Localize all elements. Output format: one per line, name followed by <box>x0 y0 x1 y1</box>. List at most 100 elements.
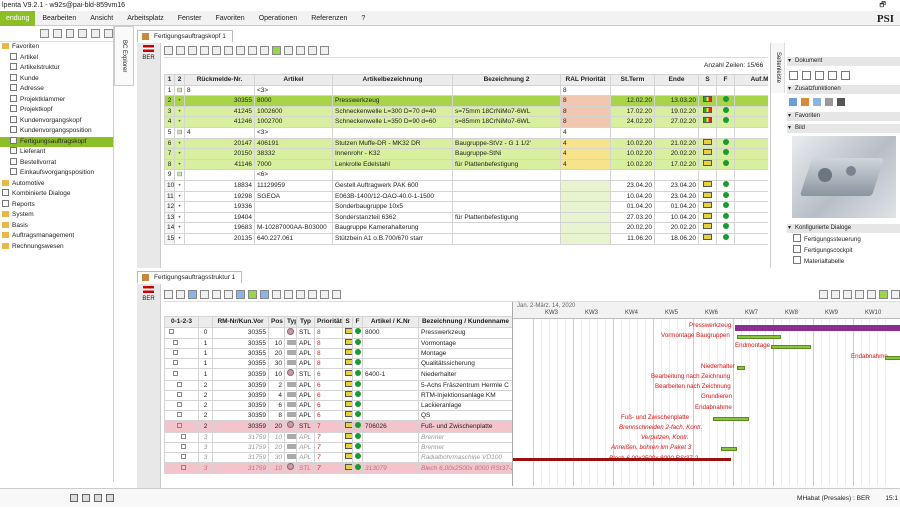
expand-cell[interactable]: • <box>174 179 185 192</box>
tree-level-cell[interactable] <box>164 441 199 454</box>
add-icon[interactable] <box>78 29 88 38</box>
menu-sendung[interactable]: endung <box>0 10 36 26</box>
structure-row[interactable]: 3 31759 10 APL 7 Brenner <box>164 431 512 443</box>
menu-fenster[interactable]: Fenster <box>171 11 209 26</box>
column-header[interactable]: Typ <box>284 316 297 328</box>
remove-icon[interactable] <box>91 29 101 38</box>
view-green-icon[interactable] <box>272 45 281 55</box>
expand-cell[interactable]: • <box>174 222 185 234</box>
month-icon[interactable] <box>284 289 293 299</box>
structure-icon[interactable] <box>164 289 173 299</box>
expand-cell[interactable]: • <box>174 211 185 224</box>
copy-icon[interactable] <box>52 29 62 38</box>
restore-window-icon[interactable]: 🗗 <box>879 0 886 11</box>
table-row[interactable]: 13 • 19404 Sonderstanzteil 6362 für Plattenb… <box>164 211 768 224</box>
expand-icon[interactable] <box>181 443 186 449</box>
menu-ansicht[interactable]: Ansicht <box>83 11 120 26</box>
gantt-bar[interactable] <box>513 457 731 461</box>
expand-icon[interactable] <box>181 433 186 439</box>
open-icon[interactable] <box>212 289 221 299</box>
chart-icon[interactable] <box>789 98 797 106</box>
flag-red-icon[interactable] <box>843 289 852 299</box>
tree-item[interactable]: Auftragsmanagement <box>0 231 113 242</box>
explorer-vertical-tab[interactable]: BC Explorer <box>114 26 134 86</box>
folder-icon[interactable] <box>200 289 209 299</box>
tree-level-cell[interactable] <box>164 347 199 360</box>
tree-item[interactable]: Artikel <box>0 52 113 64</box>
column-header[interactable]: Rückmelde-Nr. <box>184 74 255 86</box>
tree-level-cell[interactable] <box>164 358 199 370</box>
section-konfigurierte-dialoge[interactable]: Konfigurierte Dialoge <box>787 224 900 233</box>
column-header[interactable]: F <box>352 316 363 328</box>
column-header[interactable]: RAL Priorität <box>560 74 611 86</box>
wrench-icon[interactable] <box>837 98 845 106</box>
delete-icon[interactable] <box>65 29 75 38</box>
next-icon[interactable] <box>891 289 900 299</box>
menu-favoriten[interactable]: Favoriten <box>209 11 252 26</box>
table-row[interactable]: 4 • 41246 1002700 Schneckenwelle L=350 D=90 … <box>164 116 768 128</box>
doc-mail-icon[interactable] <box>841 71 850 80</box>
mail-icon[interactable] <box>308 45 317 55</box>
tree-item[interactable]: Kundenvorgangskopf <box>0 115 113 127</box>
tree-item[interactable]: Kunde <box>0 73 113 85</box>
column-header[interactable]: Bezeichnung / Kundenname <box>418 316 512 328</box>
expand-icon[interactable] <box>177 381 182 387</box>
menu-arbeitsplatz[interactable]: Arbeitsplatz <box>120 11 171 26</box>
tab-fertigungsauftragskopf[interactable]: Fertigungsauftragskopf 1 <box>137 30 233 42</box>
tree-item[interactable]: Rechnungswesen <box>0 242 113 253</box>
table-row[interactable]: 3 • 41245 1002600 Schneckenwelle L=300 D=70 … <box>164 105 768 118</box>
section-favoriten[interactable]: Favoriten <box>787 112 900 121</box>
column-header[interactable]: Ende <box>654 74 699 86</box>
column-header[interactable]: S <box>342 316 353 328</box>
table-row[interactable]: 15 • 20135 640.227.061 Stützbein A1 o.B.700/… <box>164 232 768 245</box>
gantt-bar[interactable] <box>737 335 781 340</box>
expand-cell[interactable]: • <box>174 116 185 128</box>
print-icon[interactable] <box>867 289 876 299</box>
tree-item[interactable]: Einkaufsvorgangsposition <box>0 168 113 179</box>
expand-icon[interactable] <box>181 464 186 470</box>
expand-icon[interactable] <box>177 402 182 408</box>
section-bild[interactable]: Bild <box>787 124 900 133</box>
dialog-fertigungscockpit[interactable]: Fertigungscockpit <box>793 245 853 255</box>
table-row[interactable]: 10 • 18834 11129959 Gestell Auftragwerk PAK … <box>164 179 768 192</box>
new-record-icon[interactable] <box>188 45 197 55</box>
column-header[interactable]: F <box>716 74 735 86</box>
menu-bearbeiten[interactable]: Bearbeiten <box>35 11 83 26</box>
gantt-bar[interactable] <box>713 416 749 421</box>
structure-row[interactable]: 1 30355 20 APL 8 Montage <box>164 347 512 360</box>
grid-icon[interactable] <box>284 45 293 55</box>
expand-cell[interactable]: • <box>174 158 185 171</box>
search-icon[interactable] <box>212 45 221 55</box>
structure-row[interactable]: 1 30355 10 APL 8 Vormontage <box>164 337 512 350</box>
tree-level-cell[interactable] <box>164 389 199 402</box>
column-header[interactable]: Auf.M <box>734 74 768 86</box>
table-row[interactable]: 14 • 19683 M-10287000AA-B03000 Baugruppe Kam… <box>164 222 768 234</box>
column-header[interactable]: 0-1-2-3 <box>164 316 199 328</box>
column-header[interactable]: Pos <box>268 316 285 328</box>
structure-row[interactable]: 1 30355 30 APL 8 Qualitätssicherung <box>164 358 512 370</box>
expand-icon[interactable] <box>173 360 178 366</box>
export-icon[interactable] <box>248 45 257 55</box>
expand-cell[interactable]: ⊟ <box>174 126 185 139</box>
structure-row[interactable]: 2 30359 6 APL 6 Lackieranlage <box>164 400 512 412</box>
table-row[interactable]: 11 • 19298 SGEOA E063B-1400/12-OAO-40.0-1-15… <box>164 190 768 203</box>
expand-cell[interactable]: • <box>174 190 185 203</box>
tree-level-cell[interactable] <box>164 462 199 475</box>
column-header[interactable]: St.Term <box>610 74 655 86</box>
table-row[interactable]: 8 • 41146 7000 Lenkrolle Edelstahl für Platte… <box>164 158 768 171</box>
gantt-bar[interactable] <box>885 355 900 360</box>
menu-help[interactable]: ? <box>354 11 372 26</box>
gantt-bar[interactable] <box>771 345 811 350</box>
expand-icon[interactable] <box>177 391 182 397</box>
tree-item[interactable]: Basis <box>0 221 113 232</box>
tree-item[interactable]: Bestellvorrat <box>0 157 113 169</box>
expand-cell[interactable]: • <box>174 232 185 245</box>
warning-icon[interactable] <box>320 289 329 299</box>
time-icon[interactable] <box>260 289 269 299</box>
tree-item[interactable]: Automotive <box>0 179 113 190</box>
column-header[interactable]: RM-Nr/Kun.Vor <box>212 316 269 328</box>
structure-row[interactable]: 3 31759 20 APL 7 Brenner <box>164 441 512 454</box>
new-icon[interactable] <box>40 29 49 38</box>
expand-icon[interactable] <box>181 454 186 460</box>
doc-open-icon[interactable] <box>802 71 811 80</box>
